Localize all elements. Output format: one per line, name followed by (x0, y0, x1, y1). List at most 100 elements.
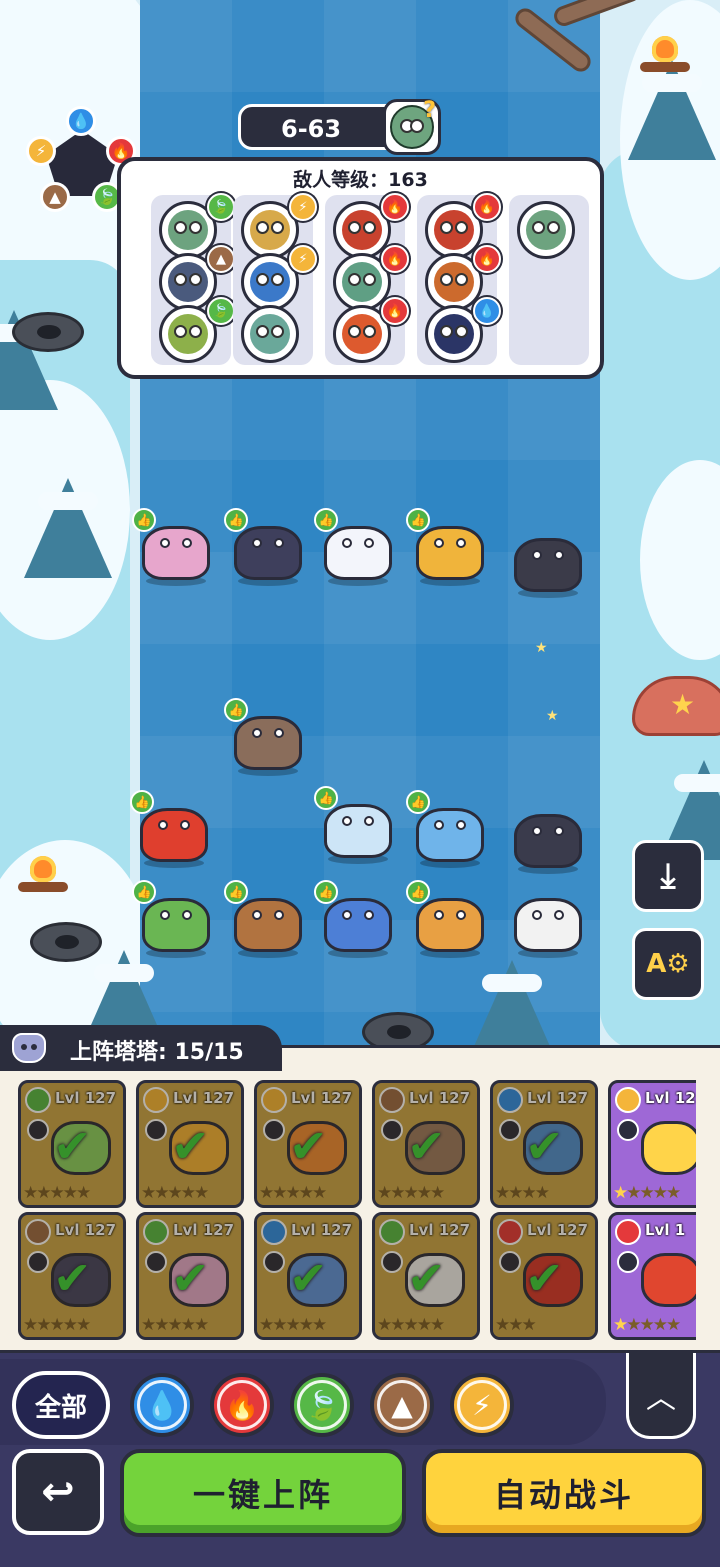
unit-leaf-cat[interactable]: 👍 (132, 880, 214, 958)
unit-type-icon (381, 1251, 403, 1273)
cat-mascot-icon (12, 1033, 46, 1063)
boss-zombie-icon[interactable]: ? (383, 98, 441, 155)
unit-panda[interactable] (508, 880, 586, 958)
pet-portrait (51, 1253, 111, 1307)
unit-mantis[interactable]: 👍 (132, 508, 214, 586)
tower-card[interactable]: Lvl 127 ✔ ★★★★★ (254, 1080, 362, 1208)
unit-blue-ghost[interactable]: 👍 (314, 880, 396, 958)
unit-blue-raccoon[interactable]: 👍 (314, 786, 396, 864)
tower-card[interactable]: Lvl 127 ✔ ★★★★★ (254, 1212, 362, 1340)
card-level: Lvl 127 (527, 1089, 589, 1107)
unit-blue-cat[interactable]: 👍 (406, 790, 488, 868)
unit-gator[interactable]: 👍 (224, 508, 306, 586)
enemy-portrait[interactable] (241, 305, 299, 363)
thumbs-up-icon: 👍 (130, 790, 154, 814)
star-rating: ★★★★★ (141, 1183, 209, 1203)
checkmark-icon: ✔ (171, 1251, 210, 1305)
thumbs-up-icon: 👍 (132, 508, 156, 532)
unit-type-icon (499, 1119, 521, 1141)
filter-thunder-button[interactable]: ⚡ (450, 1373, 514, 1437)
checkmark-icon: ✔ (525, 1119, 564, 1173)
pet-portrait (169, 1253, 229, 1307)
unit-polar-bear[interactable]: 👍 (314, 508, 396, 586)
leaf-icon (379, 1219, 405, 1245)
star-rating: ★★★★★ (613, 1183, 681, 1203)
unit-antler-deer[interactable]: 👍 (406, 880, 488, 958)
checkmark-icon: ✔ (289, 1251, 328, 1305)
enemy-column: 🍃 ▲ 🍃 (151, 193, 235, 365)
filter-rock-button[interactable]: ▲ (370, 1373, 434, 1437)
card-level: Lvl 127 (409, 1221, 471, 1239)
auto-skill-button[interactable]: A⚙ (632, 928, 704, 1000)
checkmark-icon: ✔ (289, 1119, 328, 1173)
tower-card[interactable]: Lvl 127 ✔ ★★★★★ (372, 1212, 480, 1340)
star-rating: ★★★★★ (23, 1183, 91, 1203)
tire-obstacle (30, 922, 102, 962)
element-filter-bar: 全部 💧 🔥 🍃 ▲ ⚡ (0, 1359, 606, 1445)
tower-card[interactable]: Lvl 127 ✔ ★★★ (490, 1212, 598, 1340)
unit-snail[interactable]: 👍 (224, 880, 306, 958)
collapse-button[interactable]: ︿ (626, 1353, 696, 1439)
star-mushroom: ★ (632, 676, 720, 746)
card-level: Lvl 12 (645, 1089, 696, 1107)
mountain-icon (25, 1219, 51, 1245)
unit-tanuki[interactable] (508, 520, 586, 598)
auto-arrange-button[interactable]: ⤓ (632, 840, 704, 912)
thumbs-up-icon: 👍 (224, 880, 248, 904)
unit-red-lizard[interactable]: 👍 (130, 790, 212, 868)
back-button[interactable]: ↩ (12, 1449, 104, 1535)
unit-lion[interactable]: 👍 (406, 508, 488, 586)
tower-card[interactable]: Lvl 127 ✔ ★★★★ (490, 1080, 598, 1208)
flame-icon: 🔥 (473, 193, 501, 221)
lightning-icon: ⚡ (26, 136, 56, 166)
card-level: Lvl 1 (645, 1221, 686, 1239)
tower-card[interactable]: Lvl 1 ★★★★★ (608, 1212, 696, 1340)
card-scroller[interactable]: Lvl 127 ✔ ★★★★★ Lvl 127 ✔ ★★★★★ Lvl 127 ✔ ★★★★★ L… (0, 1076, 696, 1346)
unit-type-icon (263, 1119, 285, 1141)
leaf-icon (25, 1087, 51, 1113)
tower-card[interactable]: Lvl 12 ★★★★★ (608, 1080, 696, 1208)
tower-card[interactable]: Lvl 127 ✔ ★★★★★ (18, 1080, 126, 1208)
tower-card[interactable]: Lvl 127 ✔ ★★★★★ (136, 1212, 244, 1340)
sparkle: ★ (546, 708, 559, 724)
enemy-portrait[interactable] (517, 201, 575, 259)
enemy-column: 🔥 🔥 🔥 (325, 193, 409, 365)
card-level: Lvl 127 (527, 1221, 589, 1239)
thumbs-up-icon: 👍 (406, 508, 430, 532)
one-click-deploy-button[interactable]: 一键上阵 (120, 1449, 406, 1537)
pet-portrait (523, 1253, 583, 1307)
unit-monkey[interactable]: 👍 (224, 698, 306, 776)
tower-card[interactable]: Lvl 127 ✔ ★★★★★ (136, 1080, 244, 1208)
unit-red-fox[interactable] (508, 796, 586, 874)
leaf-icon (143, 1219, 169, 1245)
filter-leaf-button[interactable]: 🍃 (290, 1373, 354, 1437)
card-level: Lvl 127 (409, 1089, 471, 1107)
filter-fire-button[interactable]: 🔥 (210, 1373, 274, 1437)
star-rating: ★★★★ (495, 1183, 550, 1203)
enemy-column: 🔥 🔥 💧 (417, 193, 501, 365)
leaf-icon: 🍃 (207, 297, 235, 325)
card-level: Lvl 127 (291, 1089, 353, 1107)
tower-card[interactable]: Lvl 127 ✔ ★★★★★ (18, 1212, 126, 1340)
tire-obstacle (12, 312, 84, 352)
thumbs-up-icon: 👍 (314, 786, 338, 810)
auto-battle-label: 自动战斗 (493, 1476, 634, 1514)
bottom-controls: 全部 💧 🔥 🍃 ▲ ⚡ ︿ ↩ 一键上阵 自动战斗 (0, 1350, 720, 1567)
flame-icon: 🔥 (381, 193, 409, 221)
filter-water-button[interactable]: 💧 (130, 1373, 194, 1437)
thumbs-up-icon: 👍 (406, 880, 430, 904)
checkmark-icon: ✔ (407, 1119, 446, 1173)
filter-all-button[interactable]: 全部 (12, 1371, 110, 1439)
thumbs-up-icon: 👍 (224, 698, 248, 722)
flame-icon: 🔥 (381, 245, 409, 273)
tire-obstacle (362, 1012, 434, 1045)
star-rating: ★★★★★ (377, 1315, 445, 1335)
thumbs-up-icon: 👍 (314, 880, 338, 904)
tower-card[interactable]: Lvl 127 ✔ ★★★★★ (372, 1080, 480, 1208)
star-rating: ★★★★★ (613, 1315, 681, 1335)
unit-type-icon (499, 1251, 521, 1273)
card-level: Lvl 127 (55, 1089, 117, 1107)
unit-type-icon (617, 1251, 639, 1273)
flame-icon (615, 1219, 641, 1245)
auto-battle-button[interactable]: 自动战斗 (422, 1449, 706, 1537)
